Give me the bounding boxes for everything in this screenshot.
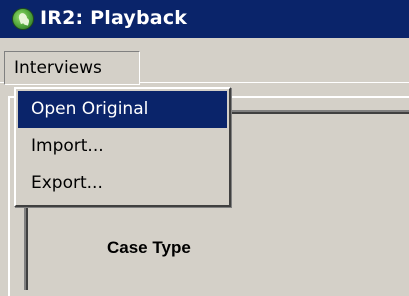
case-type-label: Case Type <box>107 238 191 257</box>
window-title: IR2: Playback <box>40 7 188 29</box>
menu-interviews[interactable]: Interviews <box>4 51 140 85</box>
interviews-dropdown-menu: Open Original Import... Export... <box>14 87 231 207</box>
title-bar[interactable]: IR2: Playback <box>0 0 409 38</box>
menu-item-open-original[interactable]: Open Original <box>18 91 227 128</box>
app-icon[interactable] <box>12 8 34 30</box>
menu-item-export[interactable]: Export... <box>18 165 227 202</box>
menu-item-import[interactable]: Import... <box>18 128 227 165</box>
app-icon-leaf-small <box>22 17 30 26</box>
